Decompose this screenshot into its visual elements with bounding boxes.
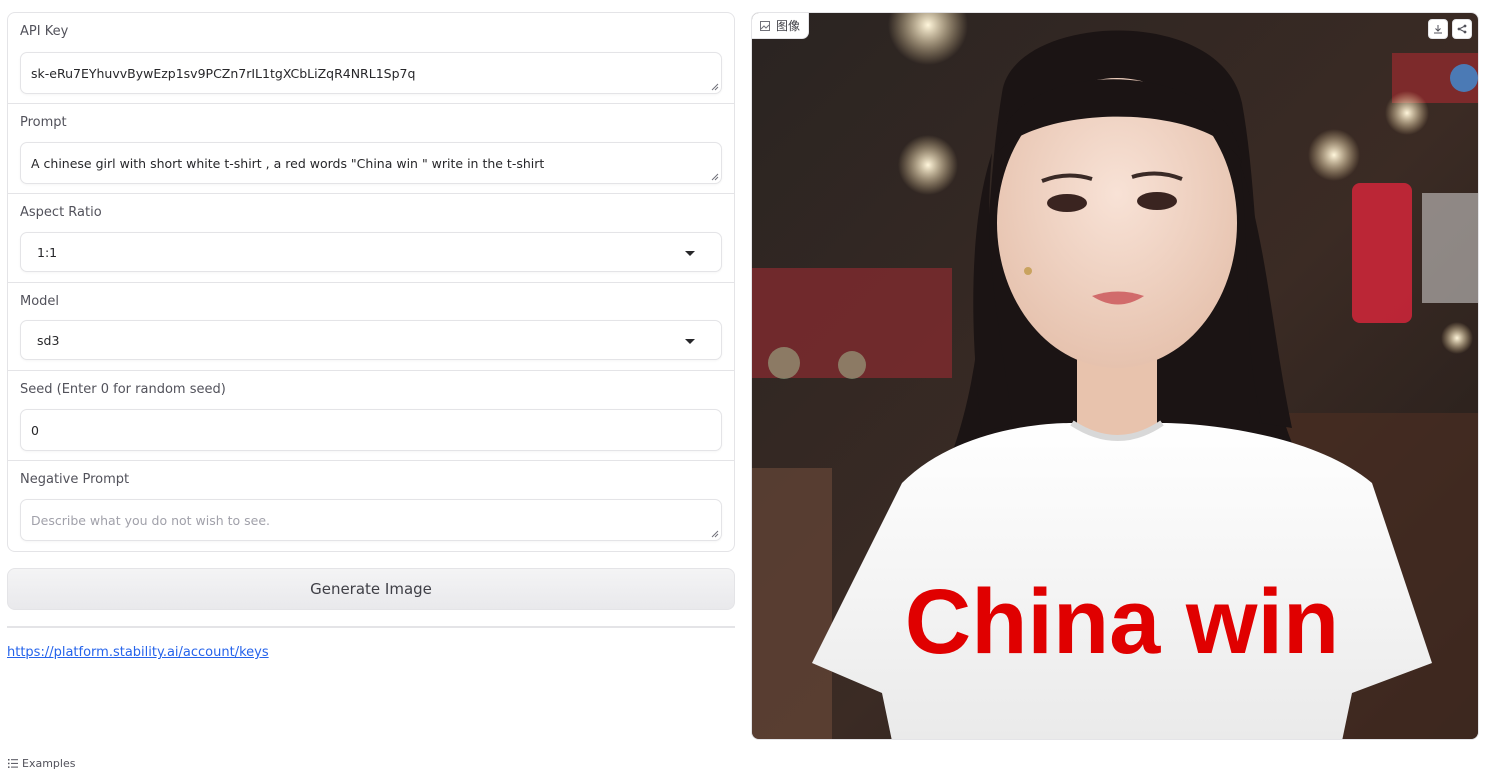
api-key-label: API Key <box>20 24 69 39</box>
negative-prompt-input[interactable]: Describe what you do not wish to see. <box>20 499 722 541</box>
chevron-down-icon <box>685 251 695 256</box>
examples-label: Examples <box>22 757 76 770</box>
image-label-text: 图像 <box>776 19 801 33</box>
aspect-ratio-select[interactable]: 1:1 <box>20 232 722 272</box>
model-select[interactable]: sd3 <box>20 320 722 360</box>
divider <box>7 626 735 628</box>
image-label: 图像 <box>752 13 810 39</box>
seed-label: Seed (Enter 0 for random seed) <box>20 382 226 397</box>
output-image-panel: China win 图像 <box>751 12 1479 740</box>
model-value: sd3 <box>37 332 60 348</box>
image-actions <box>1428 19 1472 39</box>
negative-prompt-block: Negative Prompt Describe what you do not… <box>8 461 734 551</box>
prompt-value: A chinese girl with short white t-shirt … <box>31 155 545 171</box>
aspect-ratio-block: Aspect Ratio 1:1 <box>8 194 734 283</box>
aspect-ratio-value: 1:1 <box>37 244 58 260</box>
api-key-block: API Key sk-eRu7EYhuvvBywEzp1sv9PCZn7rIL1… <box>8 13 734 104</box>
negative-prompt-placeholder: Describe what you do not wish to see. <box>31 512 271 528</box>
list-icon <box>8 759 18 768</box>
model-block: Model sd3 <box>8 283 734 371</box>
image-icon <box>760 20 770 31</box>
generated-image: China win <box>752 13 1478 739</box>
api-key-value: sk-eRu7EYhuvvBywEzp1sv9PCZn7rIL1tgXCbLiZ… <box>31 65 416 81</box>
share-icon <box>1457 24 1467 34</box>
seed-value: 0 <box>31 422 39 438</box>
seed-block: Seed (Enter 0 for random seed) 0 <box>8 371 734 461</box>
chevron-down-icon <box>685 339 695 344</box>
resize-handle-icon[interactable] <box>711 83 719 91</box>
seed-input[interactable]: 0 <box>20 409 722 451</box>
aspect-ratio-label: Aspect Ratio <box>20 205 102 220</box>
prompt-input[interactable]: A chinese girl with short white t-shirt … <box>20 142 722 184</box>
prompt-label: Prompt <box>20 115 67 130</box>
prompt-block: Prompt A chinese girl with short white t… <box>8 104 734 194</box>
api-key-input[interactable]: sk-eRu7EYhuvvBywEzp1sv9PCZn7rIL1tgXCbLiZ… <box>20 52 722 94</box>
resize-handle-icon[interactable] <box>711 173 719 181</box>
model-label: Model <box>20 294 60 309</box>
negative-prompt-label: Negative Prompt <box>20 472 130 487</box>
generate-image-button[interactable]: Generate Image <box>7 568 735 610</box>
download-icon <box>1434 25 1442 34</box>
api-keys-link[interactable]: https://platform.stability.ai/account/ke… <box>7 645 269 660</box>
shirt-text: China win <box>905 571 1339 673</box>
share-button[interactable] <box>1452 19 1472 39</box>
download-button[interactable] <box>1428 19 1448 39</box>
resize-handle-icon[interactable] <box>711 530 719 538</box>
examples-toggle[interactable]: Examples <box>8 757 75 770</box>
settings-form: API Key sk-eRu7EYhuvvBywEzp1sv9PCZn7rIL1… <box>7 12 735 552</box>
